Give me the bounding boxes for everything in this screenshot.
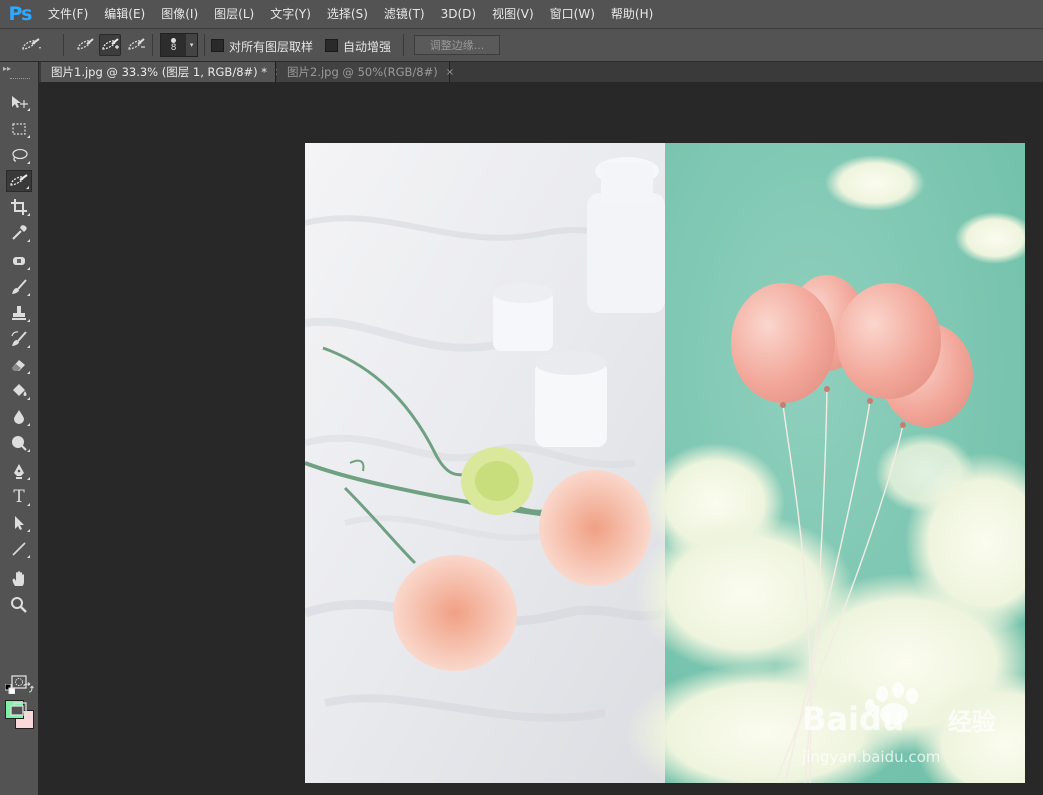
dodge-tool[interactable] xyxy=(6,432,32,454)
menu-select[interactable]: 选择(S) xyxy=(319,0,376,28)
sample-all-layers-checkbox[interactable] xyxy=(211,39,224,52)
watermark-url: jingyan.baidu.com xyxy=(802,748,941,766)
sample-all-layers-label: 对所有图层取样 xyxy=(229,40,314,54)
hand-tool[interactable] xyxy=(6,568,32,590)
baidu-watermark: Baidu 经验 jingyan.baidu.com xyxy=(802,682,996,774)
brush-tool[interactable] xyxy=(6,276,32,298)
history-brush-icon xyxy=(11,331,27,346)
menu-3d[interactable]: 3D(D) xyxy=(433,0,484,28)
chevron-down-icon[interactable]: ▾ xyxy=(186,34,197,56)
crop-tool[interactable] xyxy=(6,196,32,218)
rectangle-marquee-icon xyxy=(12,123,26,135)
brush-size-value: 8 xyxy=(170,42,177,53)
menu-edit[interactable]: 编辑(E) xyxy=(96,0,153,28)
brush-size-preview: 8 xyxy=(161,34,186,56)
quick-mask-button[interactable] xyxy=(6,671,32,693)
add-to-selection-button[interactable] xyxy=(99,34,121,56)
eraser-tool[interactable] xyxy=(6,354,32,376)
pen-icon xyxy=(14,464,24,479)
auto-enhance-label: 自动增强 xyxy=(343,40,392,54)
subtract-from-selection-button[interactable] xyxy=(125,34,147,56)
auto-enhance-checkbox[interactable] xyxy=(325,39,338,52)
bandage-icon xyxy=(13,257,25,265)
spot-healing-tool[interactable] xyxy=(6,250,32,272)
line-icon xyxy=(12,542,26,556)
new-selection-button[interactable] xyxy=(74,34,96,56)
toolbox: ▸▸ T xyxy=(0,62,39,795)
menu-filter[interactable]: 滤镜(T) xyxy=(376,0,433,28)
eyedropper-tool[interactable] xyxy=(6,222,32,244)
screen-mode-button[interactable] xyxy=(6,698,32,720)
quick-mask-icon xyxy=(11,675,27,689)
line-tool[interactable] xyxy=(6,538,32,560)
marquee-tool[interactable] xyxy=(6,118,32,140)
toolbox-grip[interactable] xyxy=(10,78,30,82)
options-bar: 8 ▾ 对所有图层取样 自动增强 调整边缘... xyxy=(0,28,1043,62)
brush-new-icon xyxy=(77,38,94,50)
screen-mode-icon xyxy=(10,702,27,716)
collapse-arrows-icon[interactable]: ▸▸ xyxy=(3,65,23,73)
close-icon[interactable]: × xyxy=(446,67,454,78)
watermark-brand: Baidu xyxy=(802,700,905,738)
watermark-brand-cn: 经验 xyxy=(947,708,996,736)
refine-edge-button[interactable]: 调整边缘... xyxy=(414,35,500,55)
brush-tip-icon xyxy=(171,37,177,43)
brush-size-picker[interactable]: 8 ▾ xyxy=(160,33,198,57)
menu-help[interactable]: 帮助(H) xyxy=(603,0,661,28)
photoshop-logo: Ps xyxy=(8,3,33,25)
menu-layer[interactable]: 图层(L) xyxy=(206,0,262,28)
hand-icon xyxy=(12,571,24,586)
arrow-pointer-icon xyxy=(15,516,24,530)
menu-view[interactable]: 视图(V) xyxy=(484,0,542,28)
brush-subtract-icon xyxy=(128,38,145,50)
crop-icon xyxy=(11,199,27,215)
quick-selection-icon xyxy=(22,38,41,50)
pen-tool[interactable] xyxy=(6,460,32,482)
lasso-tool[interactable] xyxy=(6,144,32,166)
type-icon: T xyxy=(13,487,25,507)
eyedropper-icon xyxy=(12,225,27,240)
menu-window[interactable]: 窗口(W) xyxy=(542,0,603,28)
tab-document-2[interactable]: 图片2.jpg @ 50%(RGB/8#) × xyxy=(277,62,454,82)
document-tabs: 图片1.jpg @ 33.3% (图层 1, RGB/8#) * × 图片2.j… xyxy=(39,62,1043,82)
dodge-icon xyxy=(12,436,27,451)
clone-stamp-tool[interactable] xyxy=(6,302,32,324)
path-selection-tool[interactable] xyxy=(6,512,32,534)
tool-preset-picker[interactable] xyxy=(20,34,42,56)
history-brush-tool[interactable] xyxy=(6,328,32,350)
zoom-tool[interactable] xyxy=(6,594,32,616)
menu-type[interactable]: 文字(Y) xyxy=(262,0,319,28)
type-tool[interactable]: T xyxy=(6,486,32,508)
tab-document-1[interactable]: 图片1.jpg @ 33.3% (图层 1, RGB/8#) * × xyxy=(41,62,283,82)
menu-bar: Ps 文件(F) 编辑(E) 图像(I) 图层(L) 文字(Y) 选择(S) 滤… xyxy=(0,0,1043,28)
lasso-icon xyxy=(12,148,28,162)
blur-tool[interactable] xyxy=(6,406,32,428)
eraser-icon xyxy=(12,360,25,371)
droplet-icon xyxy=(14,410,24,424)
magnifier-icon xyxy=(11,597,27,613)
paint-bucket-tool[interactable] xyxy=(6,380,32,402)
move-icon xyxy=(12,96,28,108)
paint-bucket-icon xyxy=(13,384,27,396)
stamp-icon xyxy=(12,306,26,320)
brush-add-icon xyxy=(102,38,119,50)
menu-file[interactable]: 文件(F) xyxy=(40,0,96,28)
menu-image[interactable]: 图像(I) xyxy=(153,0,206,28)
tab-document-1-label: 图片1.jpg @ 33.3% (图层 1, RGB/8#) * xyxy=(51,65,268,79)
brush-icon xyxy=(12,279,27,294)
move-tool[interactable] xyxy=(6,91,32,113)
quick-selection-tool[interactable] xyxy=(6,170,32,192)
tab-document-2-label: 图片2.jpg @ 50%(RGB/8#) xyxy=(287,65,438,79)
